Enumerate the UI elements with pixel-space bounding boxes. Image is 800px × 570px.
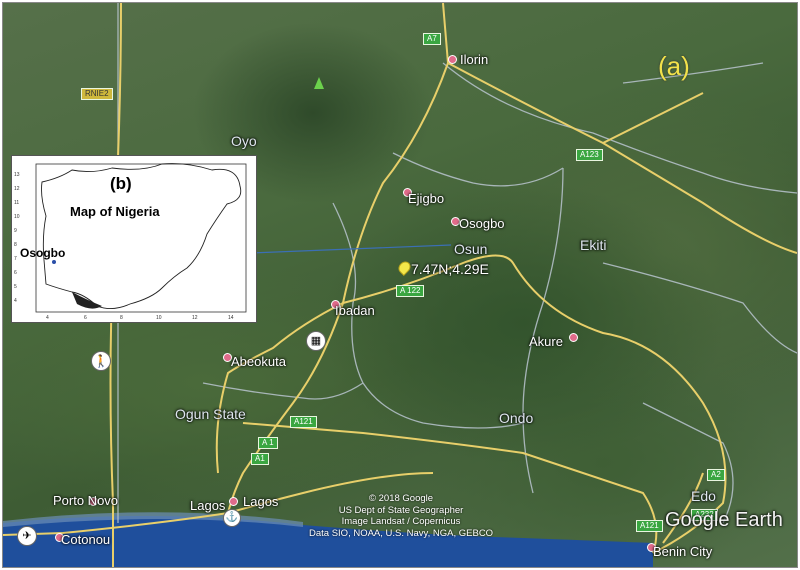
attribution-line-1: © 2018 Google: [369, 493, 434, 504]
inset-y-tick-7: 7: [14, 256, 17, 262]
inset-title: Map of Nigeria: [70, 204, 160, 219]
inset-panel-label: (b): [110, 174, 132, 193]
coordinate-label: 7.47N;4.29E: [411, 261, 489, 277]
place-label-edo[interactable]: Edo: [691, 488, 716, 504]
road-shield-a123: A123: [576, 149, 603, 161]
inset-map-nigeria: 13 12 11 10 9 8 7 6 5 4 4 6 8 10 12 14 (…: [11, 155, 257, 323]
inset-y-tick-9: 9: [14, 228, 17, 234]
place-label-osogbo[interactable]: Osogbo: [459, 216, 505, 231]
inset-y-ticks: 13 12 11 10 9 8 7 6 5 4: [14, 172, 20, 304]
inset-y-tick-13: 13: [14, 172, 20, 178]
place-label-cotonou[interactable]: Cotonou: [61, 532, 110, 547]
inset-y-tick-4: 4: [14, 298, 17, 304]
road-shield-a1-upper: A 1: [258, 437, 278, 449]
place-marker-lagos[interactable]: [229, 497, 238, 506]
inset-y-tick-8: 8: [14, 242, 17, 248]
inset-x-tick-12: 12: [192, 315, 198, 321]
google-earth-logo: Google Earth: [665, 509, 783, 531]
inset-x-tick-6: 6: [84, 315, 87, 321]
place-label-porto-novo[interactable]: Porto Novo: [53, 493, 118, 508]
place-label-oyo[interactable]: Oyo: [231, 133, 257, 149]
road-shield-a121-east: A121: [636, 520, 663, 532]
attribution-line-2: US Dept of State Geographer: [338, 504, 464, 516]
inset-x-tick-4: 4: [46, 315, 49, 321]
place-label-ejigbo[interactable]: Ejigbo: [408, 191, 444, 206]
place-label-lagos-b[interactable]: Lagos: [243, 494, 278, 509]
inset-y-tick-10: 10: [14, 214, 20, 220]
park-tree-icon[interactable]: [314, 77, 324, 89]
attribution-line-4: Data SIO, NOAA, U.S. Navy, NGA, GEBCO: [309, 527, 494, 539]
place-marker-akure[interactable]: [569, 333, 578, 342]
inset-x-tick-8: 8: [120, 315, 123, 321]
inset-y-tick-12: 12: [14, 186, 20, 192]
inset-x-tick-10: 10: [156, 315, 162, 321]
place-label-ogun-state[interactable]: Ogun State: [175, 406, 246, 422]
place-label-lagos-a[interactable]: Lagos: [190, 498, 225, 513]
panel-label-a: (a): [658, 51, 690, 81]
inset-x-ticks: 4 6 8 10 12 14: [46, 315, 234, 321]
place-label-abeokuta[interactable]: Abeokuta: [231, 354, 286, 369]
satellite-map[interactable]: (a) Ilorin Oyo Ejigbo Osogbo Osun Ekiti …: [2, 2, 798, 568]
inset-osogbo-marker: [52, 260, 56, 264]
nigeria-outline: [41, 163, 242, 309]
road-shield-a121-west: A121: [290, 416, 317, 428]
place-label-akure[interactable]: Akure: [529, 334, 563, 349]
niger-delta: [72, 292, 102, 309]
road-shield-a1-lower: A1: [251, 453, 269, 465]
road-shield-a7: A7: [423, 33, 441, 45]
transit-icon[interactable]: ▦: [306, 331, 326, 351]
pedestrian-icon[interactable]: 🚶: [91, 351, 111, 371]
road-shield-rnie2: RNIE2: [81, 88, 113, 100]
map-attribution: © 2018 Google US Dept of State Geographe…: [309, 493, 493, 539]
place-label-benin-city[interactable]: Benin City: [653, 544, 712, 559]
place-marker-ilorin[interactable]: [448, 55, 457, 64]
inset-y-tick-11: 11: [14, 200, 19, 206]
inset-y-tick-6: 6: [14, 270, 17, 276]
place-label-ilorin[interactable]: Ilorin: [460, 52, 488, 67]
place-label-osun[interactable]: Osun: [454, 241, 487, 257]
inset-y-tick-5: 5: [14, 284, 17, 290]
aircraft-icon[interactable]: ✈: [17, 526, 37, 546]
inset-osogbo-label: Osogbo: [20, 246, 66, 260]
road-shield-a2: A2: [707, 469, 725, 481]
place-label-ondo[interactable]: Ondo: [499, 410, 533, 426]
port-icon[interactable]: ⚓: [223, 509, 241, 527]
inset-map-svg: 13 12 11 10 9 8 7 6 5 4 4 6 8 10 12 14: [14, 163, 247, 321]
place-label-ekiti[interactable]: Ekiti: [580, 237, 606, 253]
place-label-ibadan[interactable]: Ibadan: [335, 303, 375, 318]
attribution-line-3: Image Landsat / Copernicus: [341, 516, 461, 527]
road-shield-a122: A 122: [396, 285, 425, 297]
inset-x-tick-14: 14: [228, 315, 234, 321]
